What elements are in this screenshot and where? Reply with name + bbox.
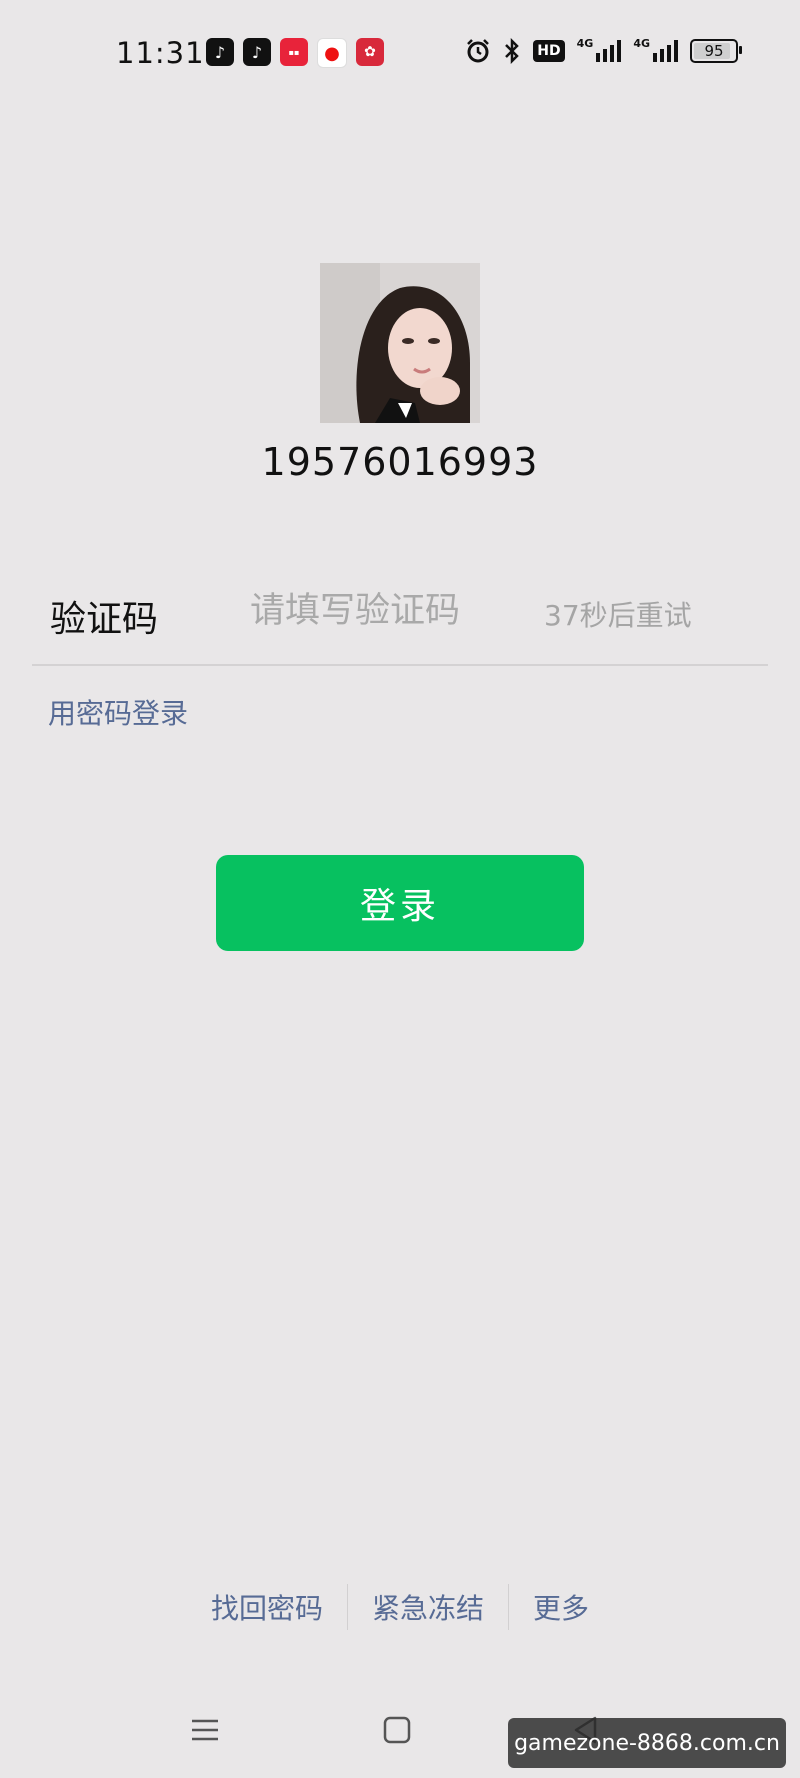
alarm-clock-icon: [465, 38, 491, 64]
account-phone-number: 19576016993: [261, 440, 539, 484]
douyin-lite-icon: ♪: [243, 38, 271, 66]
pinduoduo-icon: ✿: [356, 38, 384, 66]
login-button[interactable]: 登录: [216, 855, 584, 951]
signal-strength-icon-2: 4G: [633, 37, 678, 63]
notification-app-icons: ♪ ♪ ▪▪ ● ✿: [206, 38, 393, 68]
verification-code-input[interactable]: [250, 586, 530, 636]
menu-icon: [192, 1719, 218, 1741]
status-time: 11:31: [116, 36, 205, 70]
verification-code-row: 验证码 37秒后重试: [32, 574, 768, 666]
system-status-icons: HD 4G 4G 95: [453, 37, 742, 64]
avatar: [320, 263, 480, 423]
bluetooth-icon: [503, 38, 521, 64]
status-bar: 11:31 ♪ ♪ ▪▪ ● ✿ HD 4G 4G 95: [0, 0, 800, 104]
toutiao-icon: ●: [317, 38, 347, 68]
emergency-freeze-link[interactable]: 紧急冻结: [348, 1587, 508, 1627]
signal-strength-icon-1: 4G: [577, 37, 622, 63]
battery-level: 95: [704, 42, 724, 60]
menu-nav-button[interactable]: [175, 1700, 235, 1760]
douyin-icon: ♪: [206, 38, 234, 66]
find-password-link[interactable]: 找回密码: [187, 1587, 347, 1627]
resend-countdown: 37秒后重试: [544, 599, 692, 632]
home-nav-button[interactable]: [367, 1700, 427, 1760]
watermark: gamezone-8868.com.cn: [508, 1718, 786, 1768]
xiaohongshu-icon: ▪▪: [280, 38, 308, 66]
hd-voice-icon: HD: [533, 40, 565, 62]
verification-code-label: 验证码: [50, 599, 159, 640]
password-login-link[interactable]: 用密码登录: [48, 692, 188, 732]
more-link[interactable]: 更多: [509, 1587, 613, 1627]
battery-icon: 95: [690, 39, 742, 63]
bottom-links: 找回密码 紧急冻结 更多: [0, 1584, 800, 1630]
home-square-icon: [383, 1716, 411, 1744]
